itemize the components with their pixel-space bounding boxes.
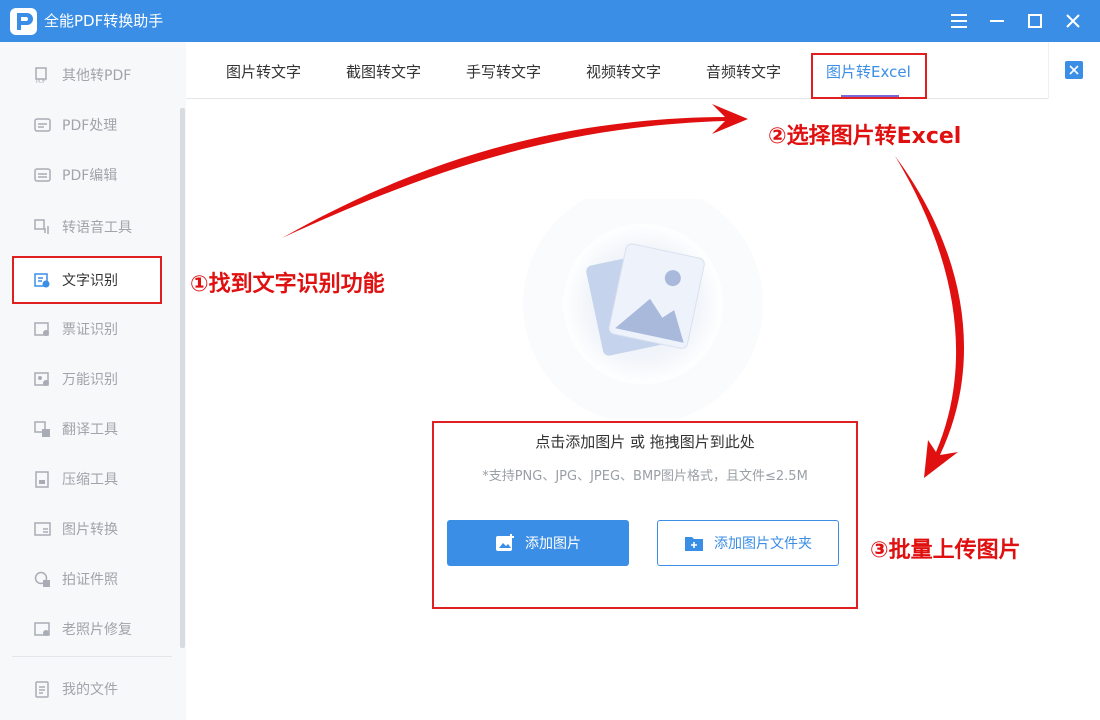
tab-video-to-text[interactable]: 视频转文字 [586,61,661,82]
sidebar-item-label: 压缩工具 [62,472,118,488]
ticket-icon [34,321,49,336]
add-image-button[interactable]: 添加图片 [447,520,629,566]
upload-dropzone[interactable]: 点击添加图片 或 拖拽图片到此处 *支持PNG、JPG、JPEG、BMP图片格式… [432,421,858,609]
svg-text:PDF: PDF [36,79,46,84]
title-bar: 全能PDF转换助手 [0,0,1100,42]
sidebar-scrollbar[interactable] [180,108,185,648]
menu-icon[interactable] [947,9,971,33]
sidebar-item-pdf-edit[interactable]: PDF编辑 [12,153,162,197]
add-folder-button[interactable]: 添加图片文件夹 [657,520,839,566]
tab-bar: 图片转文字 截图转文字 手写转文字 视频转文字 音频转文字 图片转Excel [186,42,1048,99]
close-icon[interactable] [1065,61,1083,79]
sidebar-item-label: 拍证件照 [62,572,118,588]
add-image-label: 添加图片 [525,536,581,552]
annotation-tab-box [811,53,927,99]
id-photo-icon [34,571,50,587]
sidebar-item-my-files[interactable]: 我的文件 [12,667,162,711]
sidebar-item-label: 图片转换 [62,522,118,538]
annotation-step3: ③批量上传图片 [870,538,1021,563]
sidebar-item-ticket-recognition[interactable]: 票证识别 [12,307,162,351]
main-panel: 点击添加图片 或 拖拽图片到此处 *支持PNG、JPG、JPEG、BMP图片格式… [186,99,1100,720]
pdf-edit-icon [34,167,51,182]
minimize-icon[interactable] [985,9,1009,33]
pdf-process-icon [34,117,51,132]
panel-close-area [1048,42,1100,99]
app-title: 全能PDF转换助手 [44,12,164,30]
pdf-file-icon: PDF [35,66,47,84]
image-convert-icon [34,521,51,536]
app-logo-icon [10,8,37,35]
sidebar-item-label: 我的文件 [62,682,118,698]
sidebar-item-label: 万能识别 [62,372,118,388]
close-window-icon[interactable] [1061,9,1085,33]
upload-title: 点击添加图片 或 拖拽图片到此处 [535,433,755,451]
upload-format-note: *支持PNG、JPG、JPEG、BMP图片格式，且文件≤2.5M [482,469,808,484]
image-placeholder-icon [523,199,763,419]
annotation-step1: ①找到文字识别功能 [190,272,385,297]
tab-handwriting-to-text[interactable]: 手写转文字 [466,61,541,82]
add-image-icon [496,534,514,551]
sidebar-item-label: 翻译工具 [62,422,118,438]
compress-icon [35,470,49,488]
sidebar-item-label: 转语音工具 [62,220,132,236]
sidebar-item-text-recognition[interactable]: 文字识别 [12,256,162,304]
sidebar-item-other-to-pdf[interactable]: PDF 其他转PDF [12,53,162,97]
sidebar-item-compress[interactable]: 压缩工具 [12,457,162,501]
sidebar-item-label: 其他转PDF [62,68,132,84]
sidebar-item-translate[interactable]: 翻译工具 [12,407,162,451]
sidebar-item-label: PDF编辑 [62,168,118,184]
sidebar-item-id-photo[interactable]: 拍证件照 [12,557,162,601]
voice-icon [34,218,49,234]
tab-image-to-text[interactable]: 图片转文字 [226,61,301,82]
sidebar-item-universal-recognition[interactable]: 万能识别 [12,357,162,401]
sidebar-item-voice-tools[interactable]: 转语音工具 [12,205,162,249]
maximize-icon[interactable] [1023,9,1047,33]
sidebar-item-pdf-process[interactable]: PDF处理 [12,103,162,147]
sidebar-item-photo-repair[interactable]: 老照片修复 [12,607,162,651]
sidebar-item-label: 老照片修复 [62,622,132,638]
sidebar-item-label: 票证识别 [62,322,118,338]
sidebar-divider [12,656,172,657]
tab-audio-to-text[interactable]: 音频转文字 [706,61,781,82]
annotation-step2: ②选择图片转Excel [768,124,962,149]
sidebar-item-label: PDF处理 [62,118,118,134]
sidebar: PDF 其他转PDF PDF处理 PDF编辑 转语音工具 文字识别 票证识别 万… [0,42,186,720]
text-recognize-icon [34,272,50,287]
photo-repair-icon [34,621,50,636]
my-files-icon [35,680,49,698]
universal-scan-icon [34,371,49,386]
folder-add-icon [685,536,703,551]
add-folder-label: 添加图片文件夹 [714,536,812,552]
sidebar-item-label: 文字识别 [62,273,118,289]
translate-icon [34,420,50,437]
tab-screenshot-to-text[interactable]: 截图转文字 [346,61,421,82]
sidebar-item-image-convert[interactable]: 图片转换 [12,507,162,551]
